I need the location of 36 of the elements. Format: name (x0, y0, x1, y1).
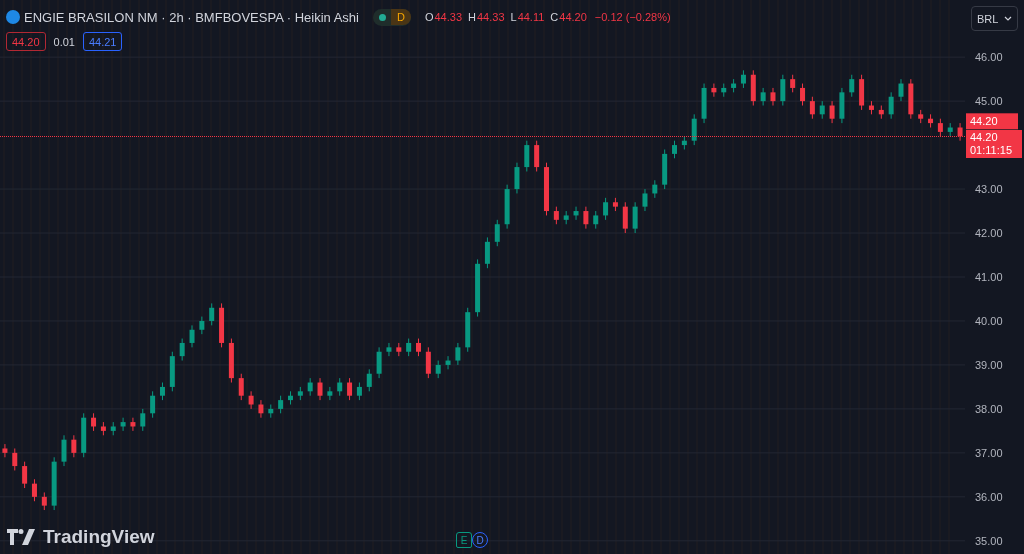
sell-button[interactable]: 44.20 (6, 32, 46, 51)
price-tick-label: 41.00 (975, 271, 1003, 283)
buy-button[interactable]: 44.21 (82, 32, 123, 51)
price-tick-label: 35.00 (975, 534, 1003, 547)
status-pill[interactable]: D (372, 8, 411, 26)
price-tick-label: 45.00 (975, 95, 1003, 108)
tradingview-logo-icon (7, 529, 37, 545)
price-tick-label: 43.00 (975, 183, 1003, 196)
price-tick-label: 42.00 (975, 227, 1003, 240)
delay-badge: D (390, 9, 411, 25)
market-open-dot-icon (378, 13, 386, 21)
ohlc-label: O (424, 11, 434, 23)
price-tick-label: 36.00 (975, 490, 1003, 503)
price-tick-label: 40.00 (975, 314, 1003, 327)
bar-countdown: 01:11:15 (970, 144, 1013, 157)
ohlc-value: 44.20 (559, 11, 587, 23)
earnings-marker[interactable]: E (456, 532, 472, 548)
price-tick-label: 39.00 (975, 358, 1003, 371)
spread-value: 0.01 (53, 35, 75, 48)
ohlc-label: H (468, 11, 476, 23)
ohlc-value: 44.33 (434, 11, 462, 23)
last-price-tag: 44.20 (966, 113, 1018, 130)
price-tick-label: 46.00 (975, 51, 1003, 64)
ohlc-value: 44.33 (476, 11, 505, 23)
price-label: 44.20 (970, 131, 999, 144)
caret-icon (1004, 16, 1012, 21)
price-tick-label: 38.00 (975, 402, 1003, 415)
brand-name: TradingView (43, 526, 155, 548)
price-change: −0.12 (−0.28%) (594, 11, 671, 23)
price-tick-label: 37.00 (975, 446, 1003, 459)
ohlc-value: 44.11 (517, 11, 545, 23)
ohlc-label: L (510, 11, 517, 23)
ohlc-label: C (550, 11, 559, 23)
chart-title: ENGIE BRASILON NM · 2h · BMFBOVESPA · Heikin Ashi (24, 9, 359, 25)
currency-dropdown[interactable]: BRL (971, 6, 1018, 31)
symbol-logo-icon (6, 10, 20, 24)
